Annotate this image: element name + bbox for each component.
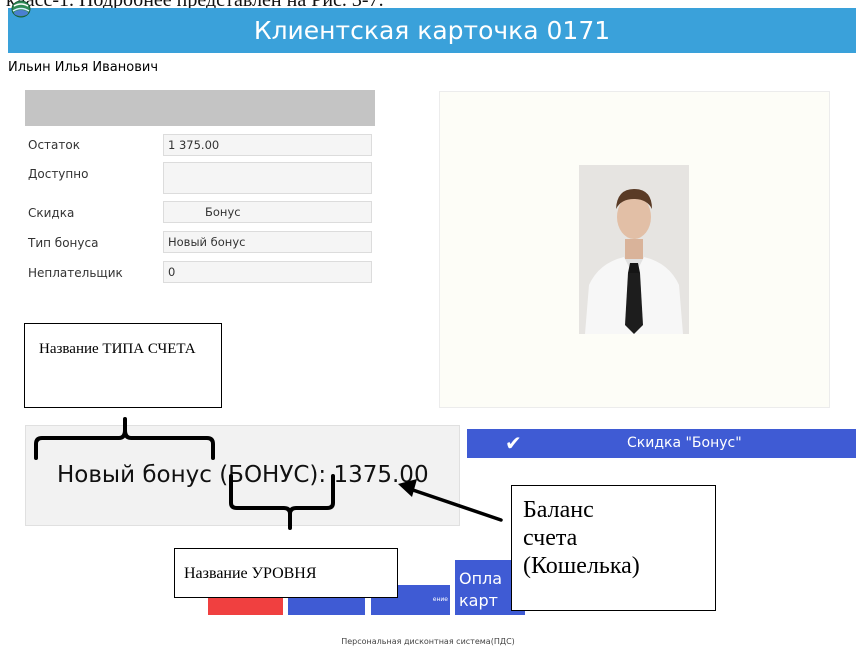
balance-arrow — [405, 486, 503, 522]
balance-arrowhead — [398, 479, 417, 497]
type-bracket — [34, 417, 215, 460]
balance-callout: Баланс счета (Кошелька) — [511, 485, 716, 611]
balance-callout-line3: (Кошелька) — [523, 553, 640, 579]
level-bracket — [229, 474, 335, 530]
balance-callout-line1: Баланс — [523, 497, 594, 523]
level-name-callout: Название УРОВНЯ — [174, 548, 398, 598]
balance-callout-line2: счета — [523, 525, 578, 551]
type-name-callout: Название ТИПА СЧЕТА — [24, 323, 222, 408]
